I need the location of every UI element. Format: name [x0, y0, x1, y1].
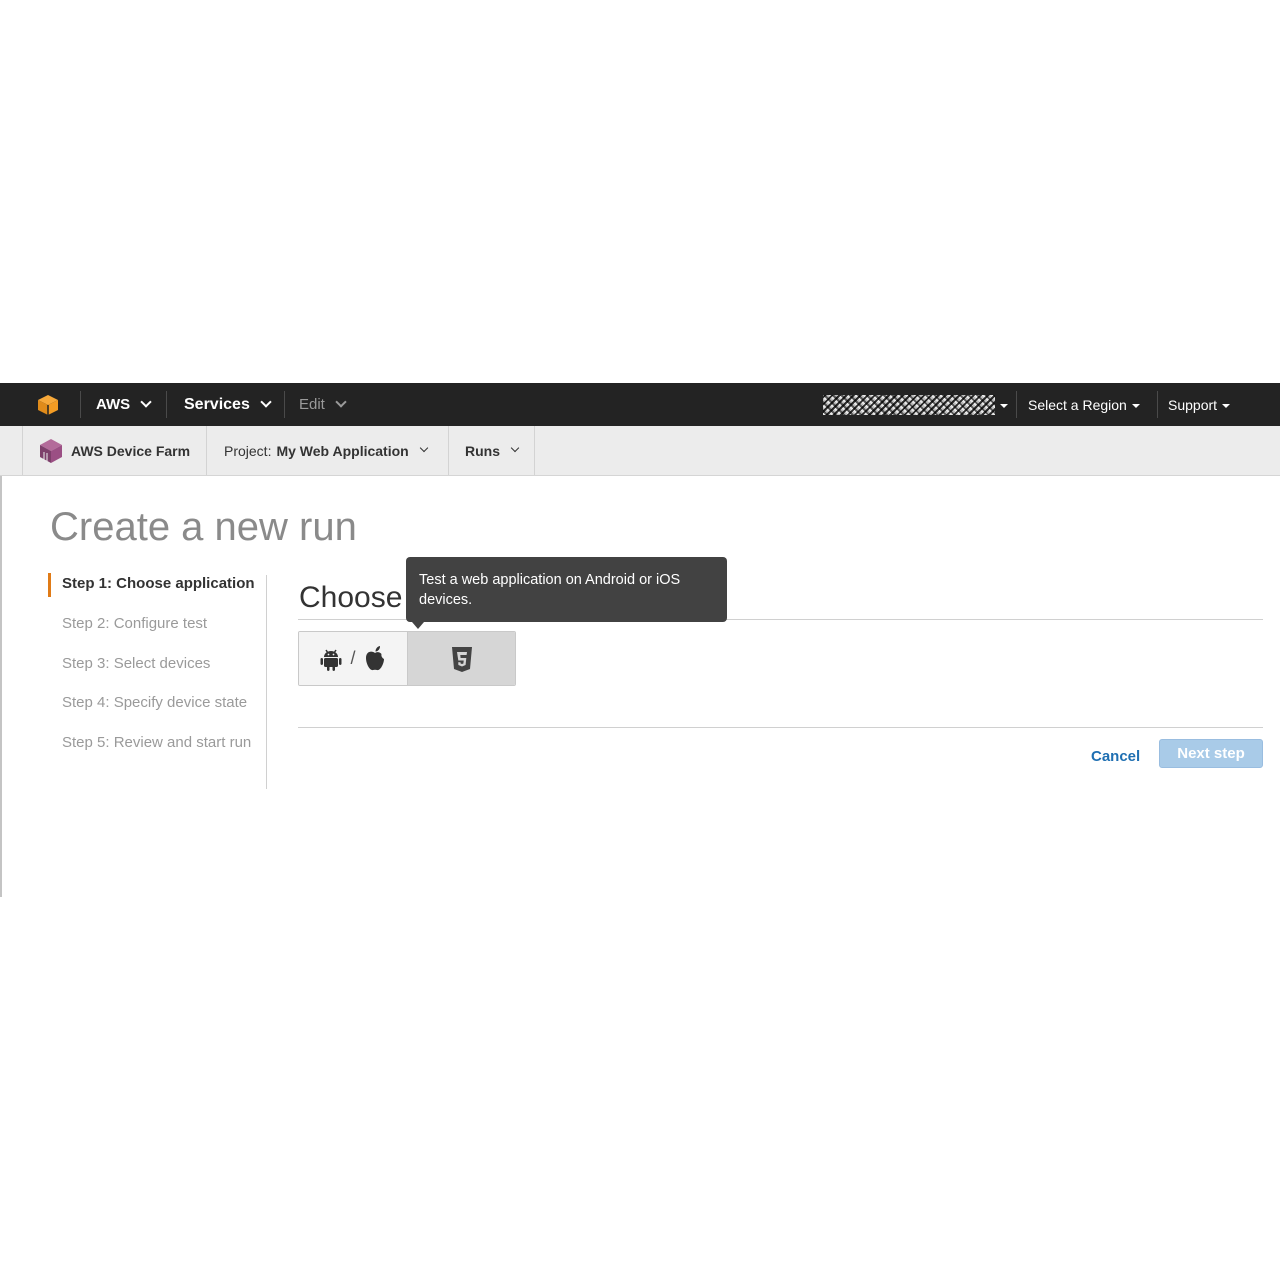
runs-menu-label: Runs	[465, 442, 500, 459]
account-menu[interactable]	[823, 383, 1008, 426]
services-menu[interactable]: Services	[184, 383, 272, 426]
caret-down-icon	[1131, 403, 1140, 408]
caret-down-icon	[1000, 403, 1008, 408]
project-selector[interactable]: Project: My Web Application	[208, 426, 449, 475]
region-menu-label: Select a Region	[1028, 396, 1127, 413]
chevron-down-icon	[335, 396, 347, 408]
aws-menu[interactable]: AWS	[96, 383, 152, 426]
project-name: My Web Application	[276, 442, 409, 459]
divider	[298, 727, 1263, 728]
step-1[interactable]: Step 1: Choose application	[62, 575, 255, 592]
services-menu-label: Services	[184, 395, 250, 413]
html5-icon	[451, 646, 472, 672]
aws-menu-label: AWS	[96, 396, 131, 413]
chevron-down-icon	[419, 443, 428, 453]
next-step-button[interactable]: Next step	[1159, 739, 1263, 768]
chevron-down-icon	[510, 443, 520, 453]
chevron-down-icon	[260, 396, 272, 408]
edit-menu[interactable]: Edit	[299, 383, 347, 426]
cancel-button[interactable]: Cancel	[1091, 748, 1140, 765]
apple-icon	[365, 645, 384, 670]
chevron-down-icon	[140, 396, 152, 408]
edit-menu-label: Edit	[299, 396, 325, 413]
caret-down-icon	[1222, 403, 1231, 408]
step-3: Step 3: Select devices	[62, 655, 211, 672]
top-navigation-bar: AWS Services Edit Select a Region Suppor…	[0, 383, 1280, 426]
aws-logo-icon[interactable]	[36, 383, 60, 426]
device-farm-icon	[40, 438, 62, 463]
native-app-button[interactable]: /	[299, 632, 408, 685]
page-title: Create a new run	[50, 505, 357, 549]
support-menu[interactable]: Support	[1168, 383, 1231, 426]
device-farm-home-link[interactable]: AWS Device Farm	[22, 426, 207, 475]
service-name: AWS Device Farm	[71, 442, 191, 459]
service-navigation-bar: AWS Device Farm Project: My Web Applicat…	[0, 426, 1280, 476]
region-menu[interactable]: Select a Region	[1028, 383, 1140, 426]
redacted-account-name	[823, 394, 995, 415]
step-4: Step 4: Specify device state	[62, 694, 248, 711]
web-app-button[interactable]	[408, 632, 515, 685]
console-frame: AWS Services Edit Select a Region Suppor…	[0, 383, 1280, 897]
android-icon	[320, 649, 342, 671]
wizard-steps: Step 1: Choose application Step 2: Confi…	[48, 573, 267, 789]
web-app-tooltip: Test a web application on Android or iOS…	[406, 557, 727, 629]
project-prefix: Project:	[224, 442, 272, 459]
app-type-selector: /	[298, 631, 516, 686]
support-menu-label: Support	[1168, 396, 1218, 413]
platform-separator: /	[350, 648, 356, 668]
section-title: Choose	[299, 581, 403, 614]
active-step-indicator	[48, 573, 51, 597]
runs-menu[interactable]: Runs	[449, 426, 535, 475]
step-5: Step 5: Review and start run	[62, 734, 252, 751]
step-2: Step 2: Configure test	[62, 615, 208, 632]
